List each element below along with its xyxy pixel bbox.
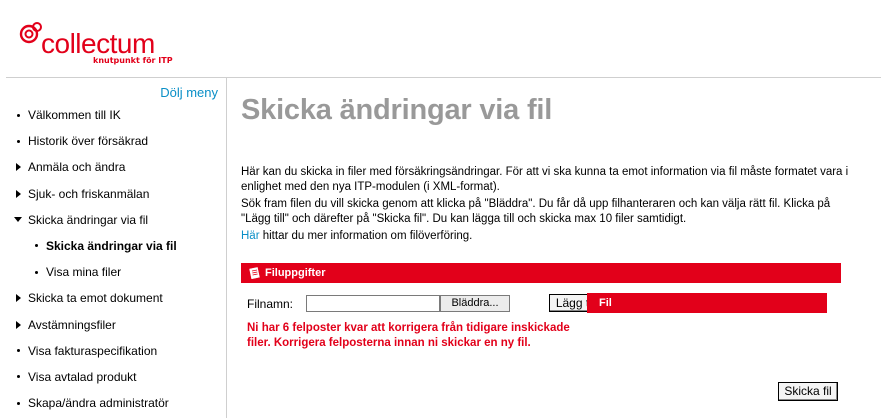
sidebar-item-label: Sjuk- och friskanmälan bbox=[28, 186, 150, 201]
hide-menu-link[interactable]: Dölj meny bbox=[160, 85, 218, 100]
expand-arrow-icon bbox=[13, 289, 23, 307]
intro-text: Här kan du skicka in filer med försäkrin… bbox=[241, 165, 861, 244]
intro-paragraph-2: Sök fram filen du vill skicka genom att … bbox=[241, 198, 831, 225]
sidebar-item-label: Skicka ändringar via fil bbox=[28, 212, 149, 227]
expand-arrow-icon bbox=[13, 185, 23, 203]
send-file-button[interactable]: Skicka fil bbox=[778, 382, 838, 401]
collapse-arrow-icon bbox=[13, 211, 23, 229]
sidebar-item[interactable]: Skicka ändringar via fil bbox=[6, 237, 227, 263]
file-list-header: Fil bbox=[587, 293, 827, 313]
bullet-icon bbox=[31, 237, 41, 255]
sidebar-item-label: Anmäla och ändra bbox=[28, 160, 126, 175]
document-icon bbox=[249, 267, 260, 279]
sidebar-item-label: Avstämningsfiler bbox=[28, 317, 116, 332]
sidebar-item[interactable]: Skicka ta emot dokument bbox=[6, 289, 227, 315]
sidebar-item[interactable]: Historik över försäkrad bbox=[6, 132, 227, 158]
logo-tagline: knutpunkt för ITP bbox=[93, 56, 173, 65]
info-paragraph: Här hittar du mer information om filöver… bbox=[241, 229, 861, 244]
sidebar-item-label: Historik över försäkrad bbox=[28, 134, 149, 149]
sidebar-item[interactable]: Välkommen till IK bbox=[6, 106, 227, 132]
error-message: Ni har 6 felposter kvar att korrigera fr… bbox=[247, 322, 570, 349]
sidebar-item[interactable]: Avstämningsfiler bbox=[6, 316, 227, 342]
expand-arrow-icon bbox=[13, 158, 23, 176]
info-link[interactable]: Här bbox=[241, 230, 260, 242]
sidebar-item[interactable]: Sjuk- och friskanmälan bbox=[6, 185, 227, 211]
browse-button[interactable]: Bläddra... bbox=[440, 295, 510, 312]
sidebar-item-label: Skicka ta emot dokument bbox=[28, 291, 163, 306]
bullet-icon bbox=[31, 263, 41, 281]
sidebar-item-label: Visa mina filer bbox=[46, 265, 122, 280]
file-name-input[interactable] bbox=[306, 295, 440, 312]
sidebar-item[interactable]: Anmäla och ändra bbox=[6, 158, 227, 184]
file-name-label: Filnamn: bbox=[247, 297, 294, 311]
bullet-icon bbox=[13, 132, 23, 150]
sidebar-item-label: Välkommen till IK bbox=[28, 108, 121, 122]
sidebar-nav: Välkommen till IK Historik över försäkrad… bbox=[6, 106, 227, 418]
bullet-icon bbox=[13, 394, 23, 412]
sidebar-item[interactable]: Skicka ändringar via fil bbox=[6, 211, 227, 237]
sidebar-item[interactable]: Visa fakturaspecifikation bbox=[6, 342, 227, 368]
main-content: Skicka ändringar via fil Här kan du skic… bbox=[228, 78, 881, 418]
intro-paragraph-1: Här kan du skicka in filer med försäkrin… bbox=[241, 166, 849, 193]
file-details-title: Filuppgifter bbox=[265, 267, 326, 279]
collectum-logo[interactable]: collectum knutpunkt för ITP bbox=[19, 22, 179, 72]
sidebar-item-label: Skicka ändringar via fil bbox=[46, 238, 177, 253]
sidebar: Dölj meny Välkommen till IK Historik över… bbox=[6, 78, 227, 418]
page-title: Skicka ändringar via fil bbox=[241, 94, 553, 126]
expand-arrow-icon bbox=[13, 316, 23, 334]
bullet-icon bbox=[13, 342, 23, 360]
info-text: hittar du mer information om filöverföri… bbox=[259, 230, 473, 242]
bullet-icon bbox=[13, 106, 23, 124]
logo-mark-icon bbox=[19, 22, 42, 44]
sidebar-item-label: Skapa/ändra administratör bbox=[28, 396, 169, 411]
file-details-header: Filuppgifter bbox=[241, 263, 841, 283]
bullet-icon bbox=[13, 368, 23, 386]
sidebar-item[interactable]: Visa mina filer bbox=[6, 263, 227, 289]
sidebar-item-label: Visa avtalad produkt bbox=[28, 369, 137, 384]
sidebar-item[interactable]: Visa avtalad produkt bbox=[6, 368, 227, 394]
sidebar-item-label: Visa fakturaspecifikation bbox=[28, 343, 158, 358]
sidebar-item[interactable]: Skapa/ändra administratör bbox=[6, 394, 227, 418]
